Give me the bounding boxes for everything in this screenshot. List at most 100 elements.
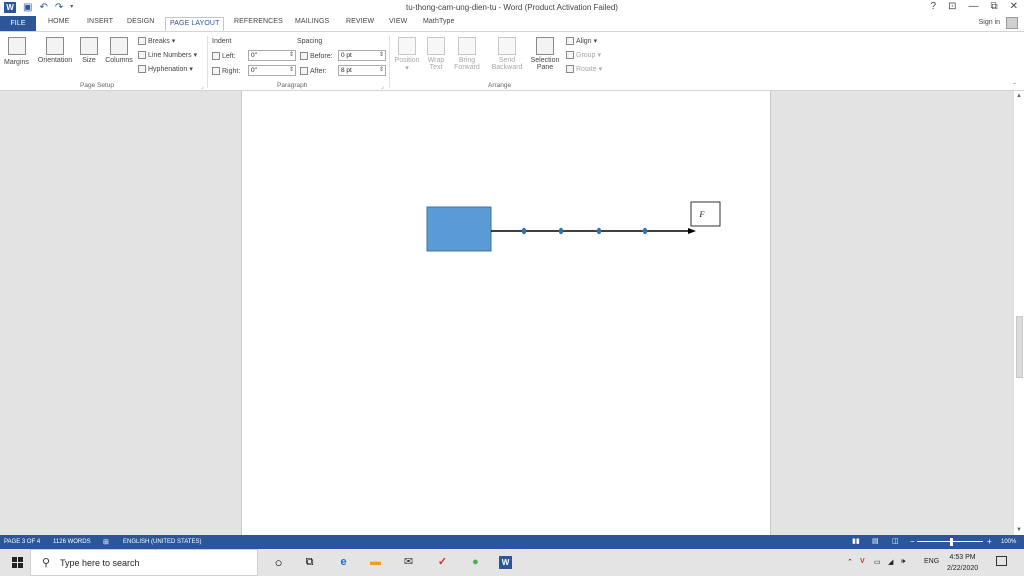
paragraph-launcher-icon[interactable]: ⌟ [381, 83, 384, 90]
input-language[interactable]: ENG [924, 558, 939, 565]
ribbon-display-options-button[interactable]: ⊡ [948, 1, 956, 12]
arrange-group-label: Arrange [488, 82, 512, 89]
tab-references[interactable]: REFERENCES [234, 18, 283, 25]
scroll-thumb[interactable] [1016, 316, 1023, 378]
show-hidden-icons-icon[interactable]: ⌃ [847, 558, 853, 566]
selection-pane-button[interactable]: Selection Pane [528, 37, 562, 71]
indent-right-spinner-icon[interactable]: ⇕ [289, 66, 294, 73]
tray-app-icon[interactable]: V [860, 558, 865, 565]
spacing-after-spinner-icon[interactable]: ⇕ [379, 66, 384, 73]
arrow-head-icon [688, 228, 696, 234]
tab-design[interactable]: DESIGN [127, 18, 154, 25]
minimize-button[interactable]: — [968, 1, 978, 12]
document-canvas: F⃗ [0, 91, 1013, 535]
battery-icon[interactable]: ▭ [874, 558, 881, 566]
selection-pane-icon [536, 37, 554, 55]
force-label-text: F⃗ [698, 210, 710, 219]
windows-start-icon[interactable] [12, 557, 23, 568]
language-status[interactable]: ENGLISH (UNITED STATES) [123, 539, 201, 545]
windows-taskbar: ⚲ Type here to search ○ ⧉ e ▬ ✉ ✓ ● W ⌃ … [0, 549, 1024, 576]
tab-insert[interactable]: INSERT [87, 18, 113, 25]
tab-mathtype[interactable]: MathType [423, 18, 455, 25]
bring-forward-button[interactable]: Bring Forward [450, 37, 484, 71]
document-title: tu-thong-cam-ung-dien-tu - Word (Product… [406, 3, 618, 12]
taskbar-search-box[interactable]: ⚲ Type here to search [30, 549, 258, 576]
indent-left-spinner-icon[interactable]: ⇕ [289, 51, 294, 58]
spacing-title: Spacing [297, 38, 323, 45]
help-button[interactable]: ? [931, 1, 937, 12]
align-button[interactable]: Align ▾ [566, 37, 597, 45]
group-icon [566, 51, 574, 59]
line-numbers-button[interactable]: Line Numbers ▾ [138, 51, 197, 59]
indent-right-icon [212, 67, 220, 75]
paragraph-group-label: Paragraph [277, 82, 308, 89]
scroll-up-icon[interactable]: ▲ [1016, 93, 1022, 99]
edge-browser-icon[interactable]: e [337, 556, 350, 569]
page-setup-launcher-icon[interactable]: ⌟ [201, 83, 204, 90]
send-backward-button[interactable]: Send Backward [486, 37, 528, 71]
tab-page-layout[interactable]: PAGE LAYOUT [165, 17, 225, 31]
mail-icon[interactable]: ✉ [402, 556, 415, 569]
tab-view[interactable]: VIEW [389, 18, 407, 25]
app-check-icon[interactable]: ✓ [436, 556, 449, 569]
blue-rectangle-shape[interactable] [426, 206, 492, 252]
vertical-scrollbar[interactable]: ▲ ▼ [1013, 91, 1024, 535]
page-setup-group-label: Page Setup [80, 82, 114, 89]
spacing-after-label: After: [300, 67, 327, 75]
wrap-text-icon [427, 37, 445, 55]
sign-in-link[interactable]: Sign in [979, 19, 1000, 26]
columns-icon [110, 37, 128, 55]
restore-button[interactable]: ⧉ [990, 1, 997, 12]
size-button[interactable]: Size [79, 37, 99, 64]
spacing-before-icon [300, 52, 308, 60]
network-icon[interactable]: ◢ [888, 558, 893, 566]
zoom-level[interactable]: 100% [1001, 539, 1016, 545]
spacing-before-spinner-icon[interactable]: ⇕ [379, 51, 384, 58]
word-count[interactable]: 1126 WORDS [53, 539, 91, 545]
collapse-ribbon-icon[interactable]: ⌃ [1012, 82, 1017, 89]
scroll-down-icon[interactable]: ▼ [1016, 527, 1022, 533]
action-center-icon[interactable] [996, 556, 1007, 566]
position-button[interactable]: Position ▾ [392, 37, 422, 72]
tab-file[interactable]: FILE [0, 16, 36, 31]
tab-home[interactable]: HOME [48, 18, 69, 25]
rotate-icon [566, 65, 574, 73]
proofing-icon[interactable]: ⊞ [103, 538, 109, 546]
ribbon-tabs: FILE HOME INSERT DESIGN PAGE LAYOUT REFE… [0, 16, 1024, 31]
spacing-before-label: Before: [300, 52, 333, 60]
system-clock[interactable]: 4:53 PM 2/22/2020 [947, 552, 978, 574]
user-avatar-icon[interactable] [1006, 17, 1018, 29]
hyphenation-button[interactable]: Hyphenation ▾ [138, 65, 193, 73]
zoom-slider-handle[interactable] [950, 538, 953, 546]
task-view-icon[interactable]: ⧉ [303, 556, 316, 569]
web-layout-icon[interactable]: ◫ [892, 537, 899, 545]
file-explorer-icon[interactable]: ▬ [369, 556, 382, 569]
spacing-after-icon [300, 67, 308, 75]
search-icon: ⚲ [42, 557, 51, 569]
wrap-text-button[interactable]: Wrap Text [423, 37, 449, 71]
breaks-button[interactable]: Breaks ▾ [138, 37, 175, 45]
close-button[interactable]: ✕ [1010, 1, 1018, 12]
app-green-icon[interactable]: ● [469, 556, 482, 569]
size-icon [80, 37, 98, 55]
read-mode-icon[interactable]: ▮▮ [852, 537, 860, 545]
page-count[interactable]: PAGE 3 OF 4 [4, 539, 40, 545]
document-page[interactable]: F⃗ [241, 91, 771, 535]
group-button[interactable]: Group ▾ [566, 51, 601, 59]
print-layout-icon[interactable]: ▤ [872, 537, 879, 545]
arrow-dot [521, 227, 527, 235]
indent-title: Indent [212, 38, 232, 45]
tab-mailings[interactable]: MAILINGS [295, 18, 329, 25]
word-taskbar-icon[interactable]: W [499, 556, 512, 569]
rotate-button[interactable]: Rotate ▾ [566, 65, 602, 73]
status-bar: PAGE 3 OF 4 1126 WORDS ⊞ ENGLISH (UNITED… [0, 535, 1024, 549]
zoom-out-icon[interactable]: − [910, 537, 915, 546]
columns-button[interactable]: Columns [102, 37, 136, 64]
zoom-in-icon[interactable]: + [987, 537, 992, 546]
orientation-button[interactable]: Orientation [34, 37, 76, 64]
tab-review[interactable]: REVIEW [346, 18, 374, 25]
indent-left-icon [212, 52, 220, 60]
cortana-icon[interactable]: ○ [272, 556, 285, 569]
hyphenation-icon [138, 65, 146, 73]
volume-icon[interactable]: 🕪 [901, 558, 905, 566]
